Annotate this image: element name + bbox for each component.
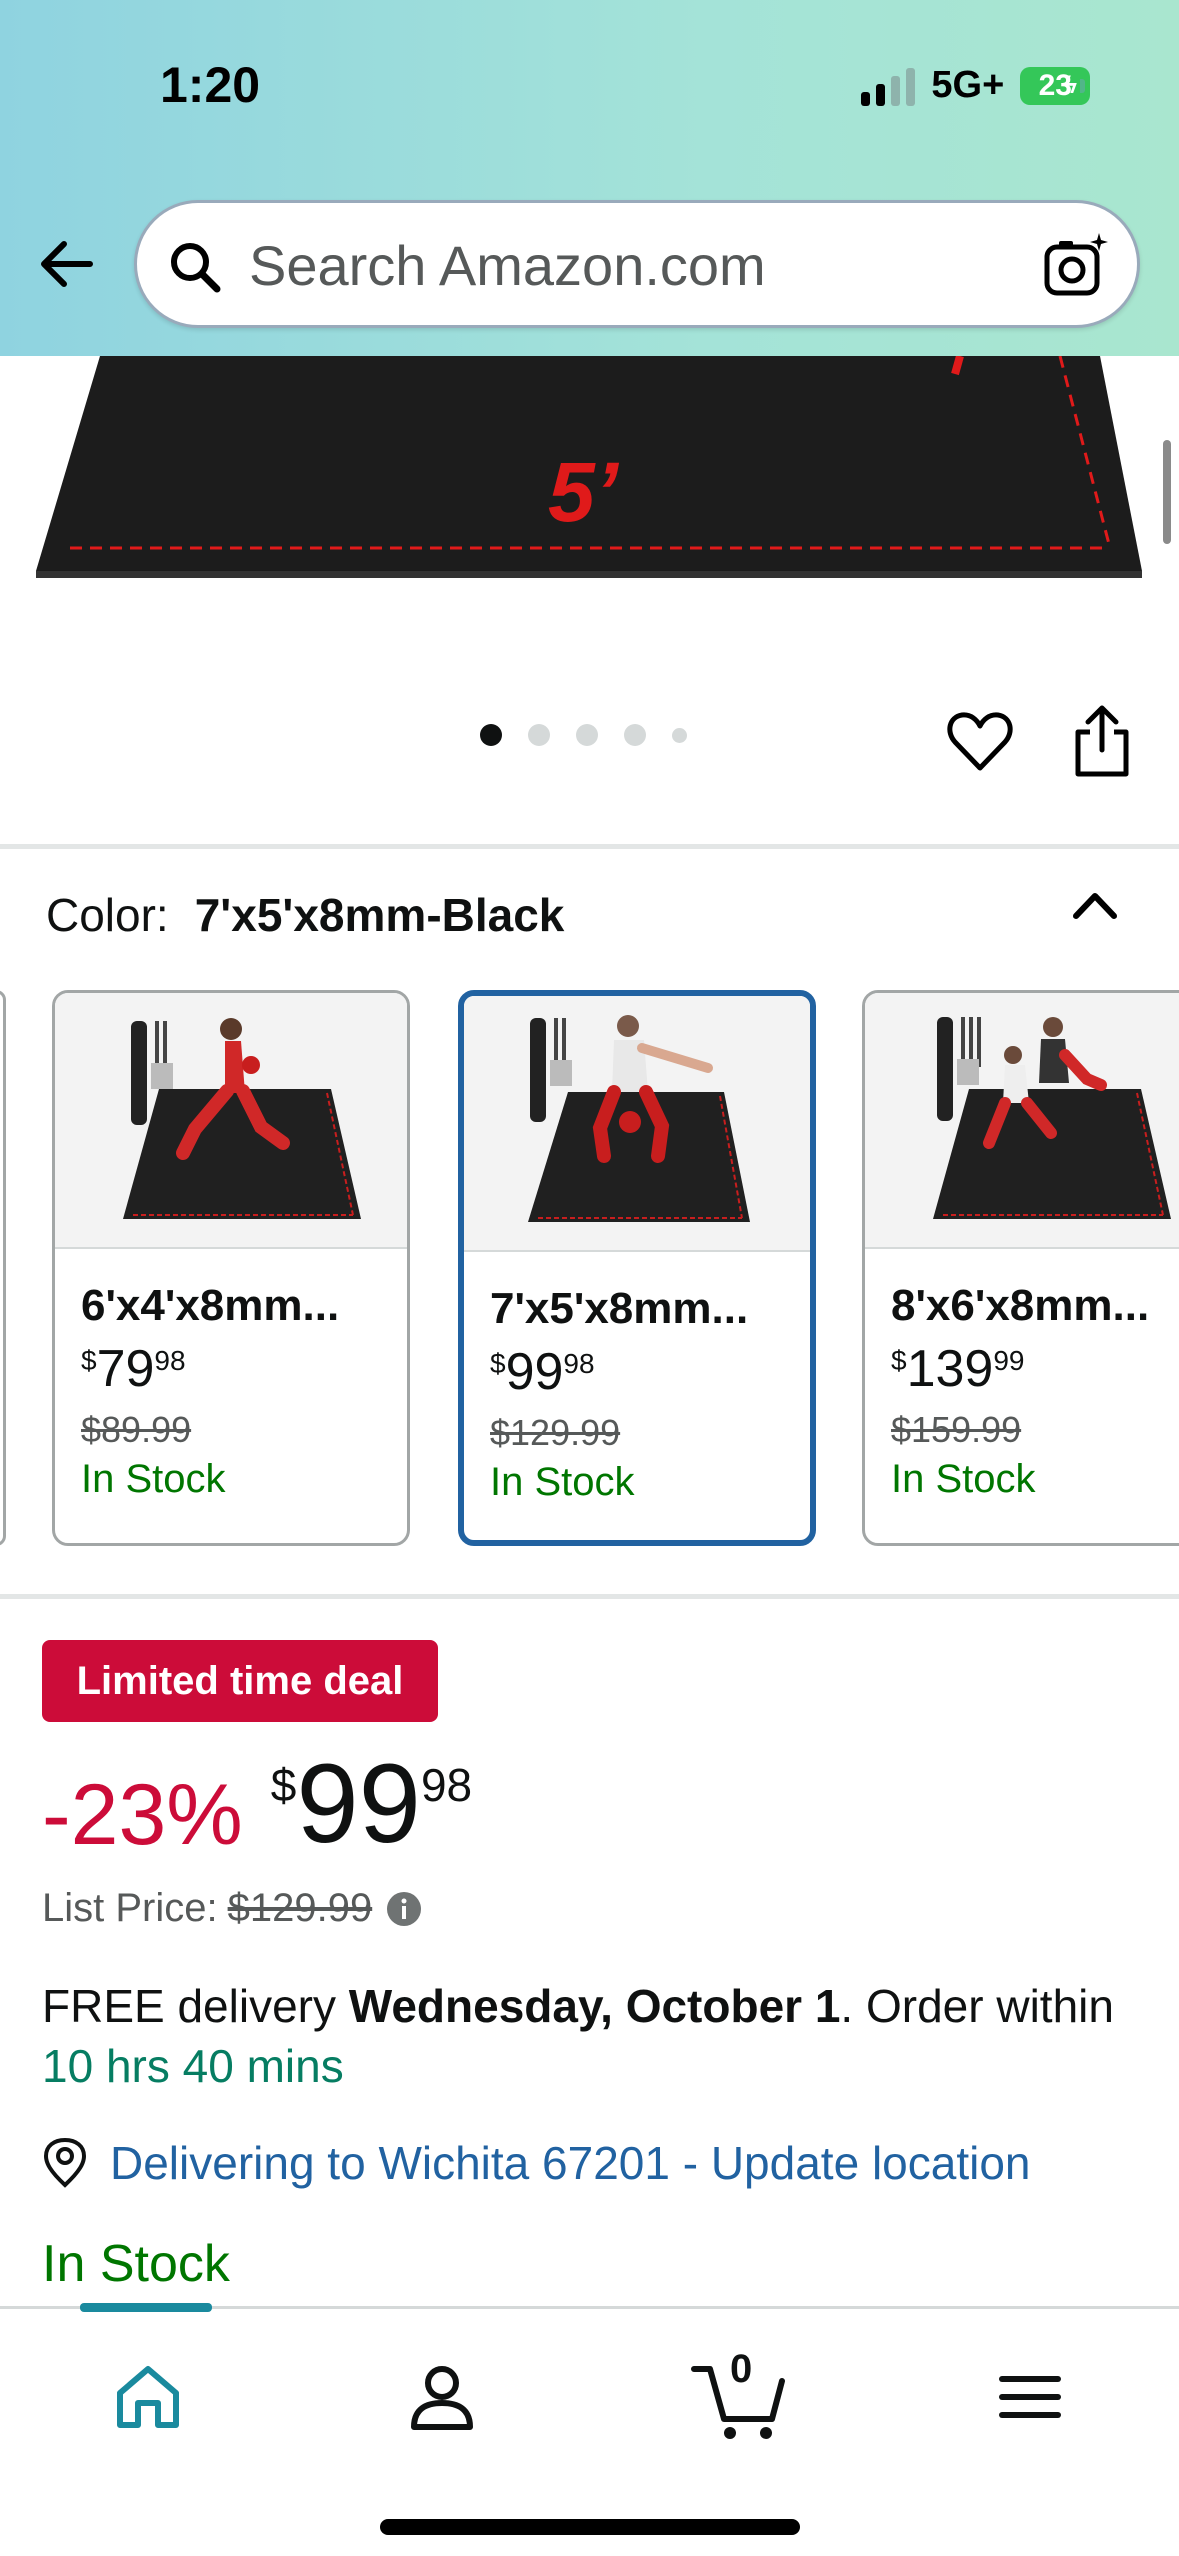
account-icon[interactable]: [402, 2357, 482, 2437]
variant-card[interactable]: 8'x6'x8mm... $139 99 $159.99 In Stock: [862, 990, 1179, 1546]
variant-card-selected[interactable]: 7'x5'x8mm... $99 98 $129.99 In Stock: [458, 990, 816, 1546]
availability-status: In Stock: [42, 2235, 230, 2293]
color-value: 7'x5'x8mm-Black: [194, 889, 565, 941]
menu-icon[interactable]: [990, 2357, 1070, 2437]
price-cents: 98: [563, 1348, 595, 1379]
divider: [0, 844, 1179, 849]
variant-price: $99 98: [490, 1342, 784, 1402]
product-image[interactable]: 5’: [0, 356, 1179, 586]
update-location-link[interactable]: Delivering to Wichita 67201 - Update loc…: [110, 2136, 1031, 2190]
nav-active-indicator: [80, 2303, 212, 2312]
bottom-nav: 0: [0, 2303, 1179, 2556]
price-currency: $: [490, 1348, 506, 1379]
variant-image: [865, 993, 1179, 1249]
price-currency: $: [270, 1759, 297, 1811]
variant-card[interactable]: 6'x4'x8mm... $79 98 $89.99 In Stock: [52, 990, 410, 1546]
cart-button[interactable]: 0: [690, 2345, 800, 2445]
network-label: 5G+: [931, 64, 1005, 106]
price-currency: $: [81, 1345, 97, 1376]
variant-list[interactable]: 6'x4'x8mm... $79 98 $89.99 In Stock 7'x5…: [0, 990, 1179, 1550]
price-currency: $: [891, 1345, 907, 1376]
carousel-dots[interactable]: [480, 724, 687, 746]
carousel-dot[interactable]: [672, 727, 687, 743]
battery-icon: 23 ϟ: [1020, 66, 1091, 105]
list-price-value: $129.99: [227, 1886, 373, 1930]
camera-search-icon[interactable]: [1041, 231, 1111, 301]
delivery-date: Wednesday, October 1: [348, 1980, 841, 2032]
variant-price: $79 98: [81, 1339, 381, 1399]
price-whole: 139: [906, 1340, 994, 1398]
variant-image: [464, 996, 810, 1252]
price-block: -23% $ 99 98: [42, 1748, 472, 1865]
variant-title: 8'x6'x8mm...: [891, 1281, 1150, 1330]
info-icon[interactable]: [386, 1891, 422, 1927]
chevron-up-icon[interactable]: [1070, 884, 1120, 924]
status-icons: 5G+ 23 ϟ: [861, 64, 1091, 107]
variant-card-partial[interactable]: [0, 990, 6, 1546]
price-cents: 98: [420, 1759, 473, 1811]
price-whole: 79: [96, 1340, 155, 1398]
price-whole: 99: [505, 1343, 564, 1401]
deal-badge: Limited time deal: [42, 1640, 438, 1722]
delivery-middle: . Order within: [840, 1980, 1114, 2032]
price-whole: 99: [296, 1741, 421, 1866]
scroll-indicator: [1163, 440, 1171, 544]
back-arrow-icon[interactable]: [34, 232, 98, 296]
delivery-info: FREE delivery Wednesday, October 1. Orde…: [42, 1976, 1122, 2096]
color-selector-label: Color: 7'x5'x8mm-Black: [46, 888, 564, 942]
search-icon: [171, 243, 221, 293]
home-icon[interactable]: [108, 2357, 188, 2437]
variant-list-price: $89.99: [81, 1409, 192, 1450]
color-label: Color:: [46, 889, 169, 941]
divider: [0, 1594, 1179, 1599]
status-time: 1:20: [160, 57, 261, 113]
variant-stock: In Stock: [891, 1457, 1036, 1501]
carousel-dot[interactable]: [480, 724, 502, 746]
variant-stock: In Stock: [81, 1457, 226, 1501]
variant-list-price: $129.99: [490, 1412, 621, 1453]
location-row[interactable]: Delivering to Wichita 67201 - Update loc…: [42, 2136, 1031, 2190]
carousel-dot[interactable]: [576, 724, 598, 746]
share-icon[interactable]: [1070, 704, 1134, 780]
list-price-row: List Price: $129.99: [42, 1886, 422, 1931]
charging-icon: ϟ: [1064, 71, 1077, 99]
list-price-label: List Price:: [42, 1886, 218, 1930]
price-cents: 98: [154, 1345, 186, 1376]
heart-icon[interactable]: [946, 708, 1014, 776]
signal-icon: [861, 66, 916, 106]
location-pin-icon: [43, 2137, 87, 2188]
search-bar[interactable]: Search Amazon.com: [134, 200, 1140, 328]
home-indicator[interactable]: [380, 2519, 800, 2535]
cart-count: 0: [730, 2347, 753, 2391]
variant-price: $139 99: [891, 1339, 1179, 1399]
header: 1:20 5G+ 23 ϟ Search Amazon.com: [0, 0, 1179, 356]
discount-percent: -23%: [42, 1767, 243, 1863]
search-input[interactable]: Search Amazon.com: [249, 233, 766, 298]
carousel-dot[interactable]: [624, 724, 646, 746]
delivery-countdown: 10 hrs 40 mins: [42, 2040, 344, 2092]
price-cents: 99: [993, 1345, 1025, 1376]
variant-image: [55, 993, 407, 1249]
dimension-label: 5’: [548, 445, 619, 539]
variant-title: 6'x4'x8mm...: [81, 1281, 340, 1330]
variant-stock: In Stock: [490, 1460, 635, 1504]
delivery-prefix: FREE delivery: [42, 1980, 349, 2032]
variant-list-price: $159.99: [891, 1409, 1022, 1450]
carousel-dot[interactable]: [528, 724, 550, 746]
variant-title: 7'x5'x8mm...: [490, 1284, 749, 1333]
